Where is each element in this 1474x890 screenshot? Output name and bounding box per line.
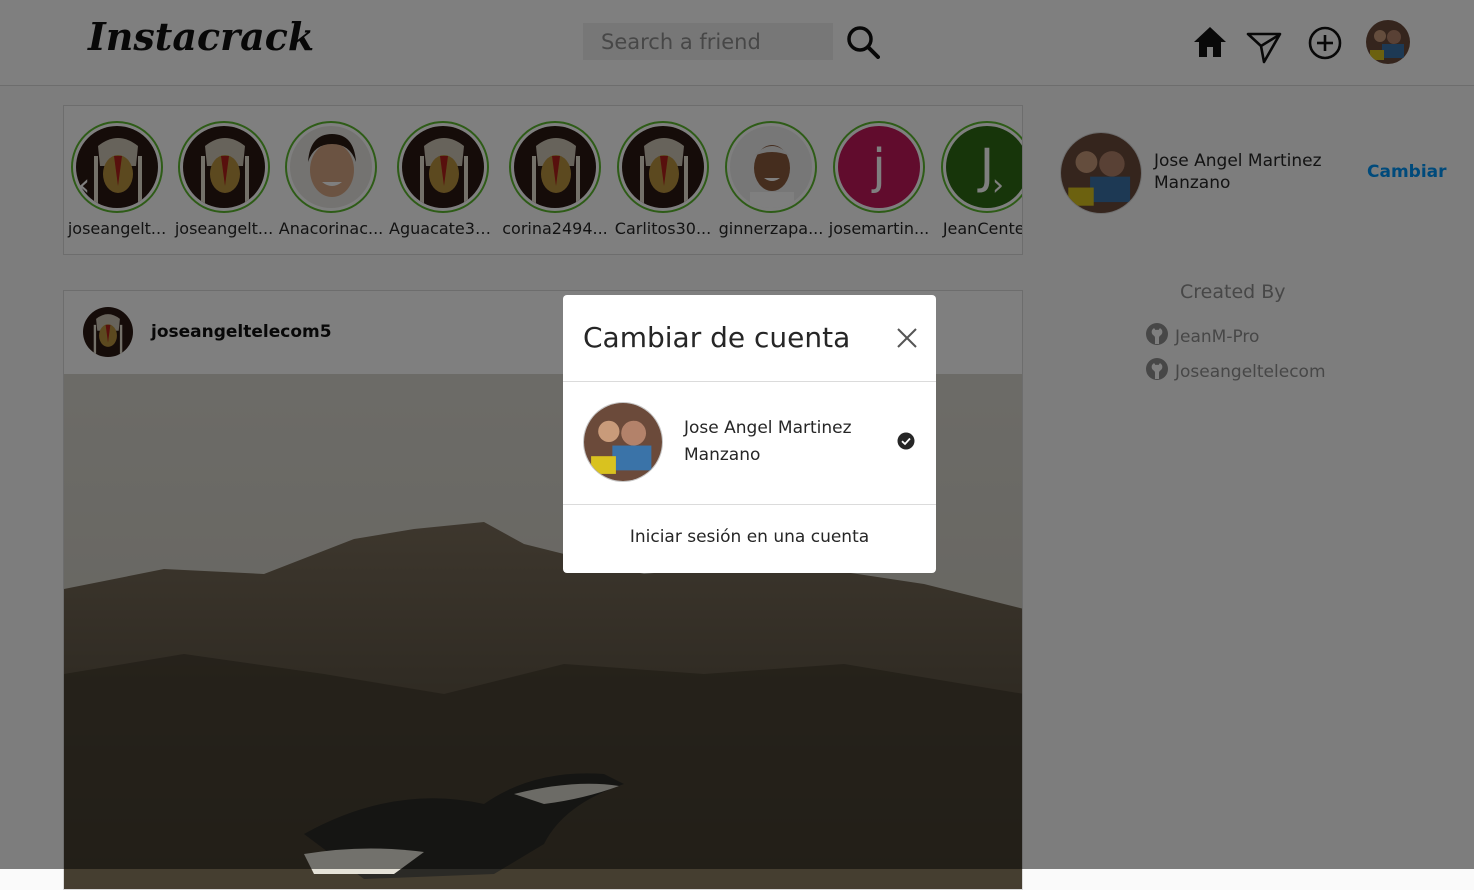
- account-avatar[interactable]: [583, 402, 663, 482]
- account-name[interactable]: Jose Angel Martinez Manzano: [684, 415, 859, 469]
- switch-account-modal: Cambiar de cuenta Jose Angel Martinez Ma…: [563, 295, 936, 573]
- checkmark-icon: [897, 432, 915, 454]
- close-icon[interactable]: [896, 327, 918, 353]
- divider: [563, 381, 936, 382]
- login-another-account-button[interactable]: Iniciar sesión en una cuenta: [563, 527, 936, 547]
- divider: [563, 504, 936, 505]
- modal-title: Cambiar de cuenta: [583, 321, 851, 354]
